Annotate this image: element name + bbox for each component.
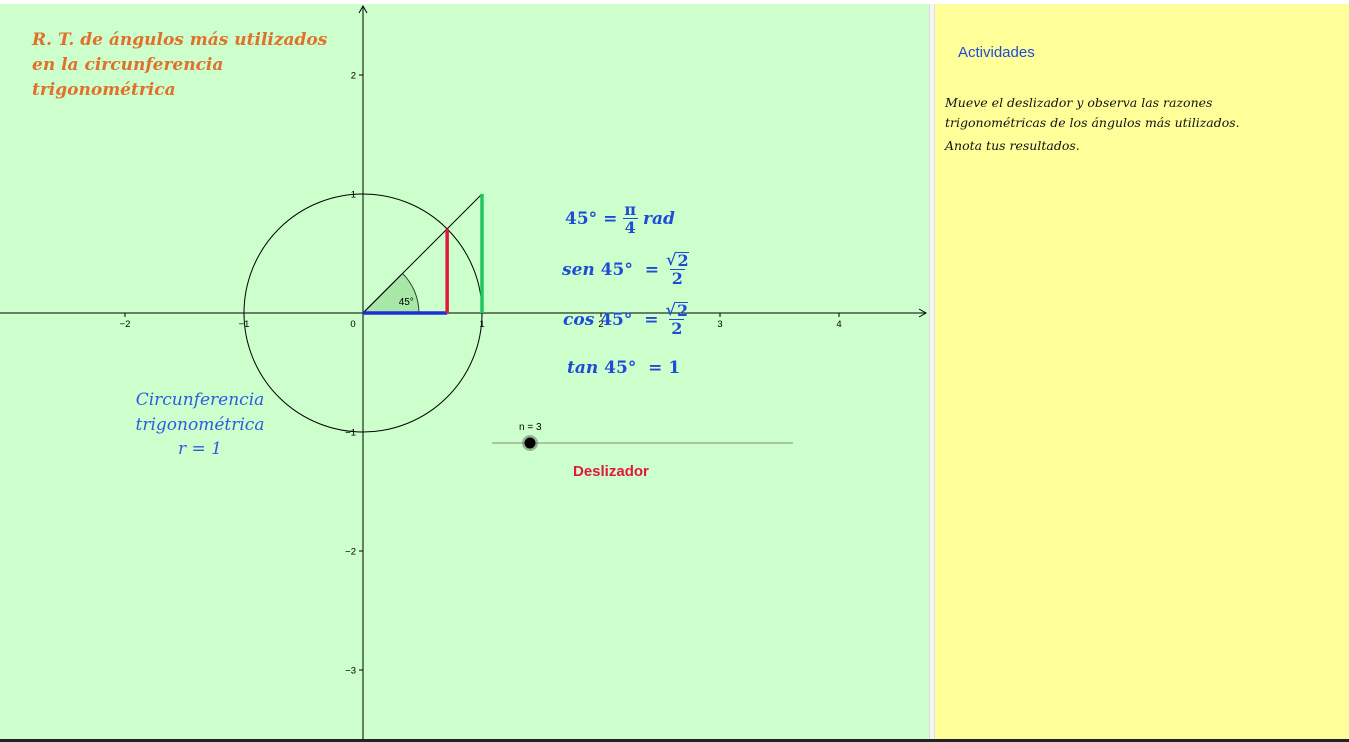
tangent-function-name: tan <box>567 358 599 378</box>
sine-argument: 45° <box>600 259 633 280</box>
fraction-denominator: 2 <box>669 319 685 338</box>
radicand: 2 <box>675 301 689 320</box>
cosine-argument: 45° <box>600 309 633 330</box>
sine-value-fraction: √ 2 2 <box>664 252 691 287</box>
fraction-numerator: π <box>624 200 637 219</box>
instructions-text: Mueve el deslizador y observa las razone… <box>945 93 1245 156</box>
x-tick-label: 4 <box>836 319 841 330</box>
rad-unit: rad <box>643 209 675 229</box>
y-tick-label: −3 <box>345 666 356 677</box>
sine-equals: = <box>644 259 659 280</box>
radical-sign: √ <box>665 250 677 269</box>
construction-title: R. T. de ángulos más utilizados en la ci… <box>32 28 327 103</box>
radical: √ 2 <box>665 300 689 320</box>
cosine-function-name: cos <box>563 309 595 330</box>
tangent-argument: 45° <box>604 358 637 378</box>
title-line-2: en la circunferencia <box>32 55 224 75</box>
instruction-line-2: Anota tus resultados. <box>945 138 1080 153</box>
radical: √ 2 <box>666 252 689 269</box>
axes: −2 −1 0 1 2 3 421−1−2−3 <box>0 4 928 740</box>
cosine-value-fraction: √ 2 2 <box>663 302 690 337</box>
slider[interactable] <box>492 435 793 451</box>
y-tick-label: −1 <box>345 428 356 439</box>
title-line-3: trigonométrica <box>32 80 176 100</box>
angle-label: 45° <box>399 297 414 308</box>
x-tick-label: −2 <box>120 319 131 330</box>
pi-over-four-fraction: π 4 <box>622 202 638 236</box>
coordinate-plane[interactable]: −2 −1 0 1 2 3 421−1−2−3 45° <box>0 4 929 740</box>
cosine-equals: = <box>644 309 659 330</box>
x-tick-label: 0 <box>350 319 355 330</box>
instruction-line-1: Mueve el deslizador y observa las razone… <box>945 95 1240 130</box>
cosine-formula: cos 45° = √ 2 2 <box>563 302 695 337</box>
graphics-view[interactable]: −2 −1 0 1 2 3 4 2 1 −1 −2 −3 45° R. T. de ángulos m… <box>0 4 929 740</box>
unit-circle-label: Circunferencia trigonométrica r = 1 <box>115 388 285 462</box>
fraction-denominator: 4 <box>622 218 638 237</box>
x-tick-label: 3 <box>717 319 722 330</box>
tangent-formula: tan 45° = 1 <box>567 358 680 378</box>
degree-radian-formula: 45° = π 4 rad <box>565 202 675 236</box>
activities-link[interactable]: Actividades <box>958 44 1035 61</box>
y-tick-label: 2 <box>351 71 356 82</box>
fraction-numerator: √ 2 <box>663 302 690 319</box>
circle-label-line-1: Circunferencia <box>135 390 265 410</box>
sine-formula: sen 45° = √ 2 2 <box>562 252 696 287</box>
radical-sign: √ <box>665 300 676 319</box>
fraction-denominator: 2 <box>669 269 685 288</box>
fraction-numerator: √ 2 <box>664 252 691 269</box>
title-line-1: R. T. de ángulos más utilizados <box>32 30 328 50</box>
y-tick-label: −2 <box>345 547 356 558</box>
terminal-ray <box>362 193 483 314</box>
degree-lhs: 45° = <box>565 209 618 229</box>
side-panel: Actividades Mueve el deslizador y observ… <box>935 4 1349 740</box>
slider-handle[interactable] <box>524 437 536 449</box>
radicand: 2 <box>676 251 689 270</box>
tangent-equals-value: = 1 <box>648 358 681 378</box>
circle-label-line-3: r = 1 <box>178 439 222 459</box>
slider-value-label: n = 3 <box>519 422 542 433</box>
slider-caption: Deslizador <box>573 463 649 480</box>
sine-function-name: sen <box>562 259 595 280</box>
circle-label-line-2: trigonométrica <box>135 414 265 435</box>
